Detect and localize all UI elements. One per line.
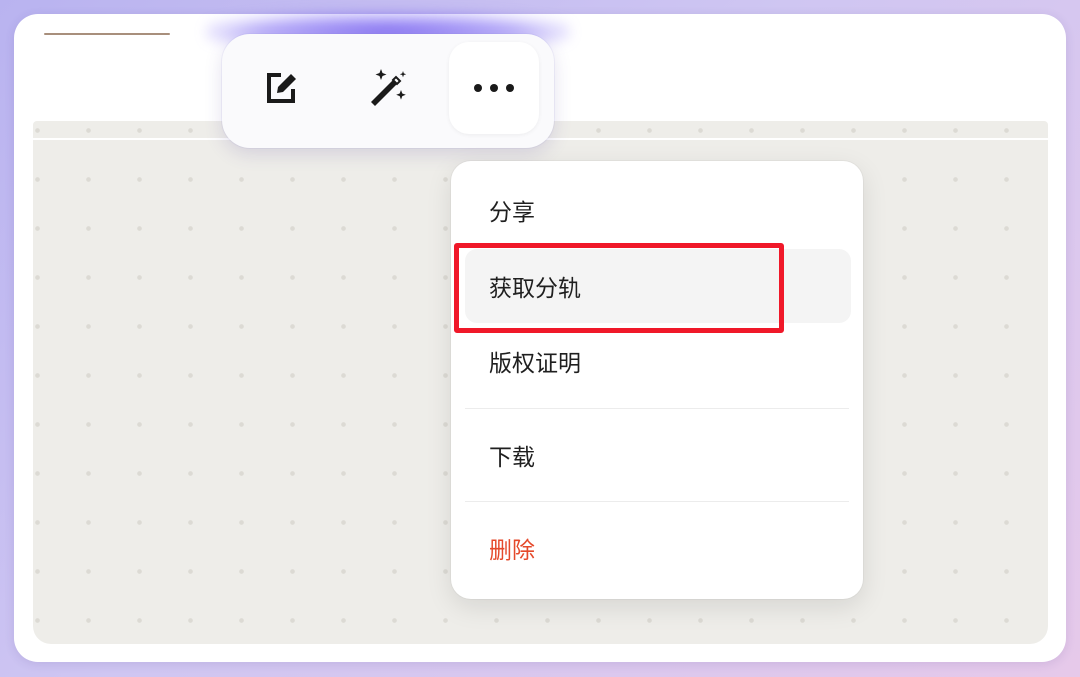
menu-item-label: 分享: [489, 200, 535, 226]
magic-wand-button[interactable]: [342, 42, 432, 134]
menu-divider: [465, 501, 849, 502]
more-options-button[interactable]: [449, 42, 539, 134]
magic-wand-icon: [371, 69, 407, 106]
menu-item-get-stems[interactable]: 获取分轨: [465, 249, 851, 323]
menu-item-label: 下载: [489, 445, 535, 471]
menu-item-label: 获取分轨: [489, 276, 581, 302]
top-divider-line: [44, 33, 170, 35]
menu-item-download[interactable]: 下载: [465, 418, 851, 492]
menu-item-share[interactable]: 分享: [465, 173, 851, 247]
menu-item-label: 版权证明: [489, 351, 581, 377]
menu-item-label: 删除: [489, 538, 535, 564]
menu-item-copyright-certificate[interactable]: 版权证明: [465, 324, 851, 398]
floating-toolbar: [222, 34, 554, 148]
more-options-menu: 分享 获取分轨 版权证明 下载 删除: [451, 161, 863, 599]
edit-icon: [267, 73, 296, 103]
edit-button[interactable]: [236, 42, 326, 134]
more-icon: [474, 84, 514, 92]
menu-item-delete[interactable]: 删除: [465, 511, 851, 585]
menu-divider: [465, 408, 849, 409]
